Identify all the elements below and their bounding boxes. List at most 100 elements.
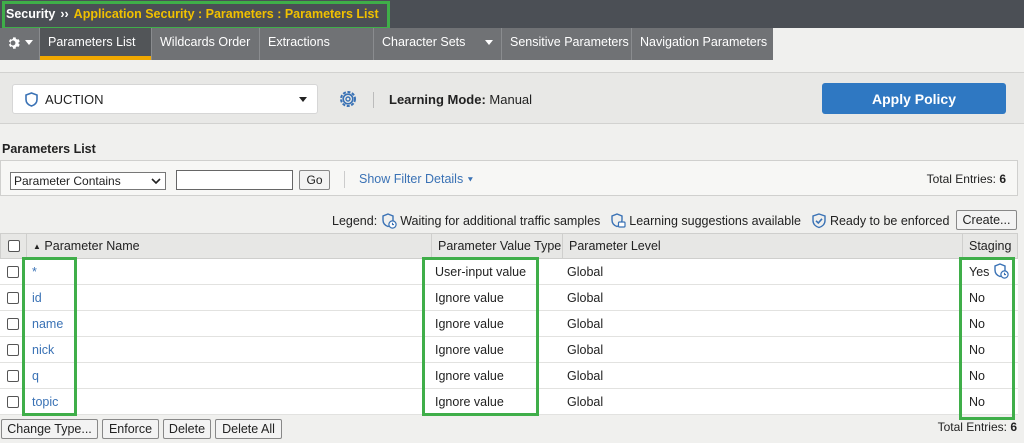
parameter-value-type: Ignore value: [435, 369, 504, 383]
breadcrumb-path[interactable]: Application Security : Parameters : Para…: [74, 7, 379, 21]
tab-bar: Parameters List Wildcards Order Extracti…: [0, 28, 1024, 60]
enforce-button[interactable]: Enforce: [102, 419, 159, 439]
filter-bar: Parameter Contains Go Show Filter Detail…: [0, 160, 1018, 196]
parameter-level: Global: [567, 291, 604, 305]
change-type-button[interactable]: Change Type...: [1, 419, 98, 439]
parameter-value-type: Ignore value: [435, 343, 504, 357]
row-checkbox[interactable]: [7, 318, 19, 330]
parameter-value-type: Ignore value: [435, 395, 504, 409]
table-row: nick Ignore value Global No: [0, 337, 1018, 363]
waiting-shield-icon: [994, 263, 1009, 279]
staging-value: No: [969, 343, 985, 357]
total-entries-label: Total Entries:: [926, 172, 996, 186]
staging-value: Yes: [969, 265, 990, 279]
parameter-value-type: Ignore value: [435, 317, 504, 331]
bottom-total-entries-value: 6: [1010, 420, 1017, 434]
create-button[interactable]: Create...: [956, 210, 1017, 230]
table-row: name Ignore value Global No: [0, 311, 1018, 337]
tab-extractions[interactable]: Extractions: [260, 28, 374, 60]
parameter-name-link[interactable]: id: [26, 285, 42, 311]
parameter-name-link[interactable]: name: [26, 311, 63, 337]
header-select-cell: [1, 234, 27, 258]
breadcrumb-separator: ››: [60, 7, 69, 21]
filter-type-value: Parameter Contains: [14, 174, 121, 188]
policy-settings-gear-icon[interactable]: [338, 89, 358, 109]
legend-learning-label: Learning suggestions available: [629, 214, 801, 228]
staging-value: No: [969, 291, 985, 305]
staging-status: Yes: [963, 259, 1009, 285]
double-chevron-down-icon: ⯆: [466, 175, 474, 185]
parameter-value-type: User-input value: [435, 265, 527, 279]
legend: Legend: Waiting for additional traffic s…: [332, 213, 955, 229]
bottom-action-bar: Change Type... Enforce Delete Delete All…: [0, 419, 1024, 443]
legend-item-waiting: Waiting for additional traffic samples: [381, 213, 600, 229]
table-header: ▲ Parameter Name Parameter Value Type Pa…: [0, 233, 1018, 259]
tab-character-sets[interactable]: Character Sets: [374, 28, 502, 60]
row-checkbox[interactable]: [7, 292, 19, 304]
staging-value: No: [969, 369, 985, 383]
legend-ready-label: Ready to be enforced: [829, 214, 950, 228]
filter-text-input[interactable]: [176, 170, 293, 190]
delete-all-button[interactable]: Delete All: [215, 419, 282, 439]
legend-label: Legend:: [332, 214, 378, 228]
parameter-level: Global: [567, 343, 604, 357]
row-checkbox[interactable]: [7, 396, 19, 408]
shield-icon: [25, 92, 38, 107]
breadcrumb-bar: Security ›› Application Security : Paramet…: [0, 0, 1024, 28]
header-staging[interactable]: Staging: [963, 234, 1017, 258]
breadcrumb: Security ›› Application Security : Paramet…: [6, 7, 379, 21]
sort-asc-icon: ▲: [33, 242, 41, 251]
parameter-name-link[interactable]: q: [26, 363, 39, 389]
ready-shield-icon: [812, 213, 826, 229]
apply-policy-button[interactable]: Apply Policy: [822, 83, 1006, 114]
row-checkbox[interactable]: [7, 344, 19, 356]
page-title: Parameters List: [2, 142, 96, 156]
header-parameter-value-type[interactable]: Parameter Value Type: [432, 234, 563, 258]
delete-button[interactable]: Delete: [163, 419, 211, 439]
parameter-value-type: Ignore value: [435, 291, 504, 305]
tab-navigation-parameters[interactable]: Navigation Parameters: [632, 28, 773, 60]
bottom-total-entries-label: Total Entries:: [937, 420, 1007, 434]
table-row: * User-input value Global Yes: [0, 259, 1018, 285]
tab-wildcards-order[interactable]: Wildcards Order: [152, 28, 260, 60]
chevron-down-icon: [299, 97, 307, 102]
legend-waiting-label: Waiting for additional traffic samples: [400, 214, 601, 228]
learning-mode-label: Learning Mode:: [389, 92, 486, 107]
filter-type-select[interactable]: Parameter Contains: [10, 172, 166, 190]
chevron-down-icon: [485, 40, 493, 45]
learning-shield-icon: [611, 213, 626, 228]
divider: [373, 92, 374, 108]
show-filter-details-link[interactable]: Show Filter Details ⯆: [359, 172, 474, 186]
chevron-down-icon: [151, 178, 161, 184]
select-all-checkbox[interactable]: [8, 240, 20, 252]
go-button[interactable]: Go: [299, 170, 330, 190]
parameter-name-link[interactable]: *: [26, 259, 37, 285]
settings-menu[interactable]: [0, 28, 40, 60]
parameter-name-link[interactable]: nick: [26, 337, 54, 363]
tab-character-sets-label: Character Sets: [382, 35, 466, 49]
staging-value: No: [969, 395, 985, 409]
policy-name: AUCTION: [45, 92, 104, 107]
waiting-shield-icon: [382, 213, 397, 229]
learning-mode: Learning Mode: Manual: [389, 92, 532, 107]
row-checkbox[interactable]: [7, 266, 19, 278]
legend-item-ready: Ready to be enforced: [811, 213, 950, 229]
header-parameter-name[interactable]: ▲ Parameter Name: [27, 234, 432, 258]
chevron-down-icon: [25, 40, 34, 46]
row-checkbox[interactable]: [7, 370, 19, 382]
learning-mode-value: Manual: [489, 92, 533, 107]
tab-parameters-list[interactable]: Parameters List: [40, 28, 152, 60]
table-row: id Ignore value Global No: [0, 285, 1018, 311]
parameter-level: Global: [567, 369, 604, 383]
bottom-total-entries: Total Entries: 6: [938, 420, 1017, 434]
parameter-name-link[interactable]: topic: [26, 389, 58, 415]
show-filter-details-label: Show Filter Details: [359, 172, 464, 186]
header-parameter-level[interactable]: Parameter Level: [563, 234, 963, 258]
total-entries-value: 6: [999, 172, 1006, 186]
policy-selector[interactable]: AUCTION: [12, 84, 318, 114]
tab-sensitive-parameters[interactable]: Sensitive Parameters: [502, 28, 632, 60]
divider: [344, 171, 345, 188]
table-row: q Ignore value Global No: [0, 363, 1018, 389]
breadcrumb-root[interactable]: Security: [6, 7, 55, 21]
parameter-level: Global: [567, 395, 604, 409]
